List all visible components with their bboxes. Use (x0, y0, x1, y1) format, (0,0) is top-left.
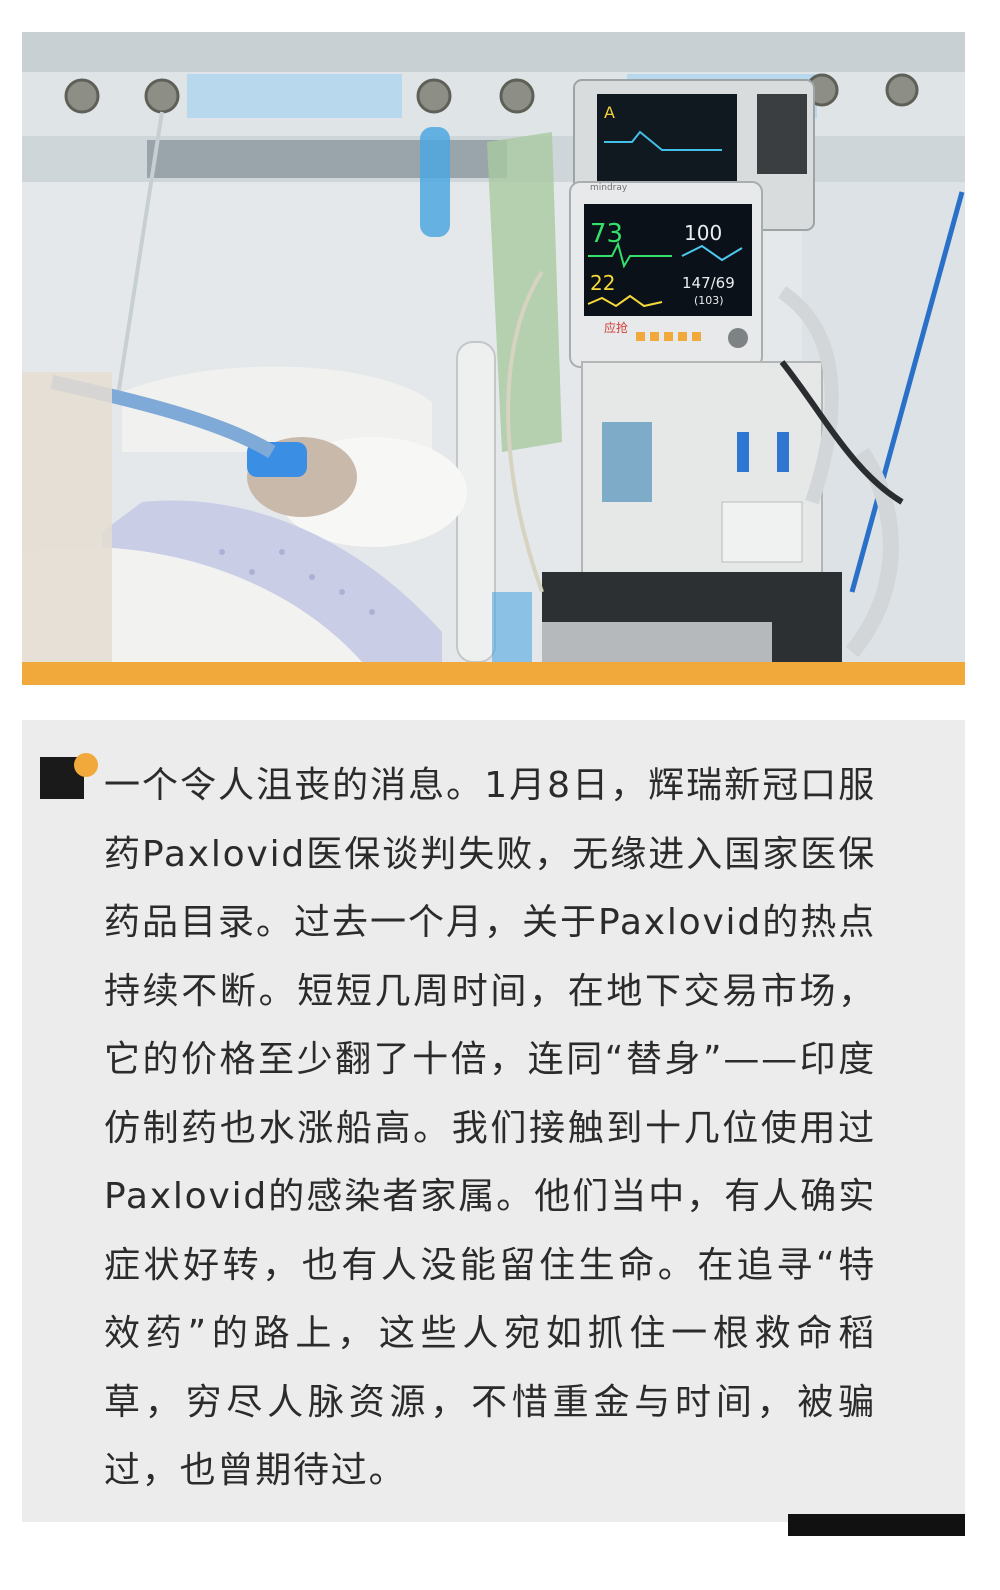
bullet-marker-icon (40, 753, 98, 799)
corner-tab (788, 1514, 965, 1536)
resp-rate-readout: 22 (590, 271, 615, 295)
mean-pressure-readout: (103) (694, 294, 724, 307)
photo-accent-bar (22, 662, 965, 685)
blood-pressure-readout: 147/69 (682, 274, 735, 292)
caption-paragraph: 一个令人沮丧的消息。1月8日，辉瑞新冠口服药Paxlovid医保谈判失败，无缘进… (104, 765, 876, 1491)
hospital-icu-photo: A mindray 73 100 22 147/69 (103) 应抢 (22, 32, 965, 662)
alarm-label: 应抢 (604, 320, 628, 335)
spo2-readout: 100 (684, 221, 722, 245)
ventilator-screen-label: A (604, 103, 615, 122)
monitor-brand: mindray (590, 183, 628, 193)
